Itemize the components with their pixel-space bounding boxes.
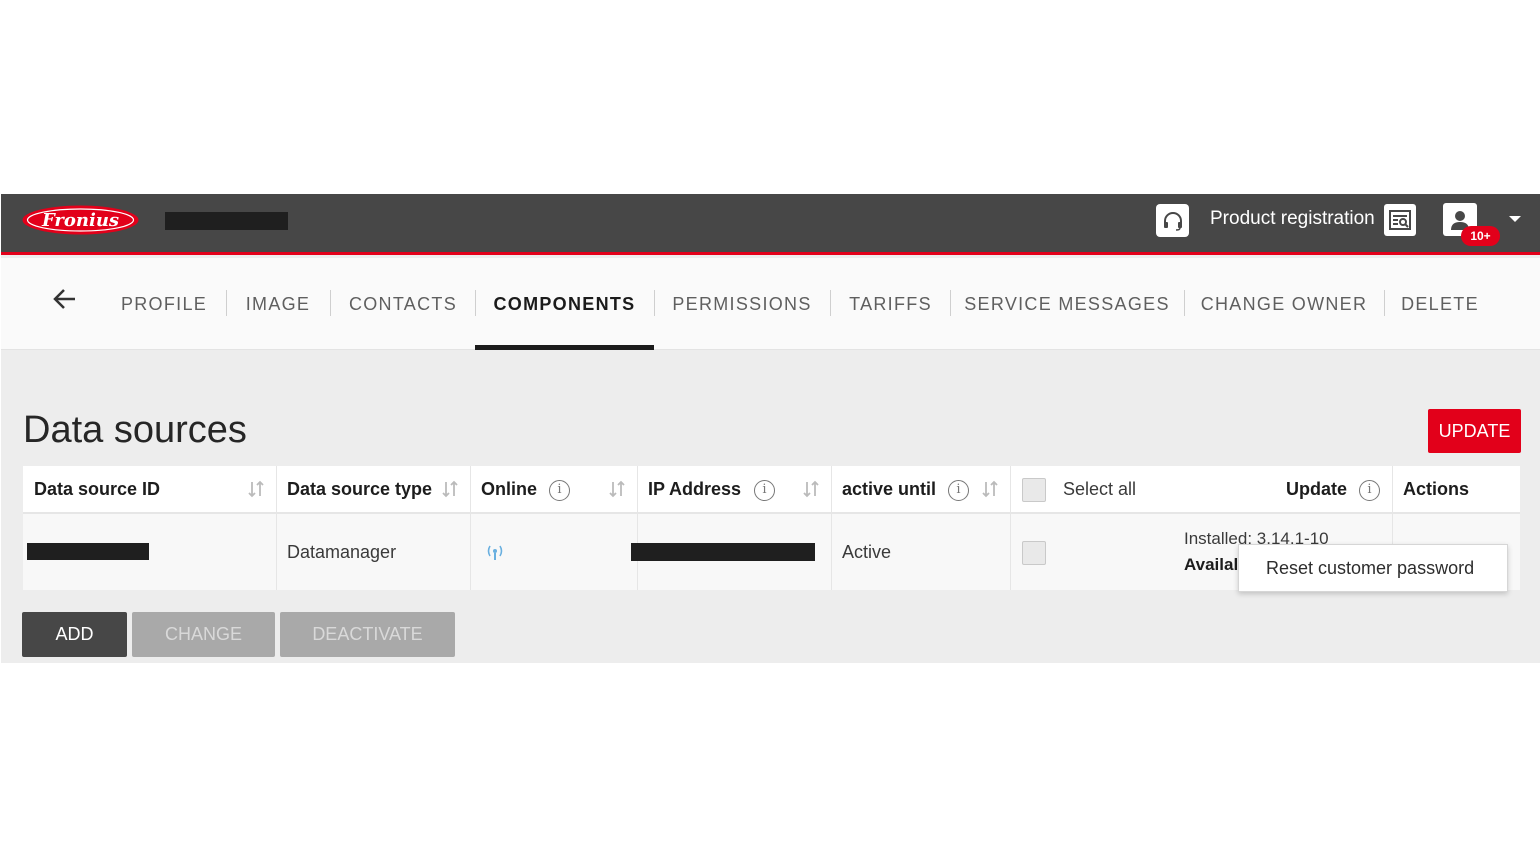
tab-divider — [830, 290, 831, 316]
tab-bar: PROFILE IMAGE CONTACTS COMPONENTS PERMIS… — [1, 258, 1540, 350]
tab-divider — [950, 290, 951, 316]
header-data-source-id[interactable]: Data source ID — [23, 466, 276, 512]
tab-divider — [226, 290, 227, 316]
fronius-logo[interactable]: Fronius — [22, 205, 139, 235]
top-bar: Fronius Product registration 10+ — [1, 194, 1540, 255]
info-icon[interactable]: i — [754, 480, 775, 501]
table-header: Data source ID Data source type Online i… — [23, 466, 1520, 514]
data-source-type-value: Datamanager — [287, 541, 397, 562]
column-divider — [1010, 514, 1011, 590]
redacted-system-name — [165, 212, 288, 230]
column-divider — [470, 514, 471, 590]
tab-service-messages[interactable]: SERVICE MESSAGES — [958, 258, 1176, 350]
wifi-icon — [487, 545, 503, 560]
add-button[interactable]: ADD — [22, 612, 127, 657]
support-button[interactable] — [1156, 204, 1189, 237]
product-registration-link[interactable]: Product registration — [1210, 208, 1375, 230]
app-container: Fronius Product registration 10+ PROFILE… — [1, 194, 1540, 663]
column-divider — [1010, 466, 1011, 512]
tab-components[interactable]: COMPONENTS — [475, 258, 654, 350]
select-all-label[interactable]: Select all — [1052, 466, 1202, 512]
sort-icon[interactable] — [608, 478, 626, 500]
header-actions: Actions — [1403, 478, 1470, 499]
tab-divider — [1384, 290, 1385, 316]
header-update: Update — [1286, 478, 1348, 499]
product-registration-icon[interactable] — [1384, 204, 1416, 236]
notification-badge[interactable]: 10+ — [1461, 226, 1500, 246]
deactivate-button[interactable]: DEACTIVATE — [280, 612, 455, 657]
sort-icon[interactable] — [441, 478, 459, 500]
tab-permissions[interactable]: PERMISSIONS — [662, 258, 822, 350]
tab-profile[interactable]: PROFILE — [111, 258, 217, 350]
tab-divider — [654, 290, 655, 316]
reset-customer-password-menu-item[interactable]: Reset customer password — [1238, 544, 1508, 592]
sort-icon[interactable] — [802, 478, 820, 500]
info-icon[interactable]: i — [549, 480, 570, 501]
tab-image[interactable]: IMAGE — [235, 258, 321, 350]
page-title: Data sources — [23, 409, 247, 451]
headset-icon — [1163, 211, 1182, 231]
update-button[interactable]: UPDATE — [1428, 409, 1521, 453]
registration-form-icon — [1389, 210, 1411, 230]
tab-change-owner[interactable]: CHANGE OWNER — [1192, 258, 1376, 350]
sort-icon[interactable] — [981, 478, 999, 500]
redacted-data-source-id — [27, 543, 149, 560]
active-until-value: Active — [842, 541, 892, 562]
back-arrow-icon[interactable] — [51, 285, 79, 313]
available-version: Availal — [1184, 555, 1239, 574]
change-button[interactable]: CHANGE — [132, 612, 275, 657]
tab-contacts[interactable]: CONTACTS — [339, 258, 467, 350]
tab-tariffs[interactable]: TARIFFS — [839, 258, 942, 350]
row-select-checkbox[interactable] — [1022, 541, 1046, 565]
tab-delete[interactable]: DELETE — [1392, 258, 1488, 350]
redacted-ip-address — [631, 543, 815, 561]
info-icon[interactable]: i — [948, 480, 969, 501]
tab-divider — [1184, 290, 1185, 316]
tab-divider — [330, 290, 331, 316]
sort-icon[interactable] — [247, 478, 265, 500]
select-all-checkbox[interactable] — [1022, 478, 1046, 502]
info-icon[interactable]: i — [1359, 480, 1380, 501]
logo-text: Fronius — [41, 210, 119, 231]
chevron-down-icon[interactable] — [1509, 216, 1521, 222]
